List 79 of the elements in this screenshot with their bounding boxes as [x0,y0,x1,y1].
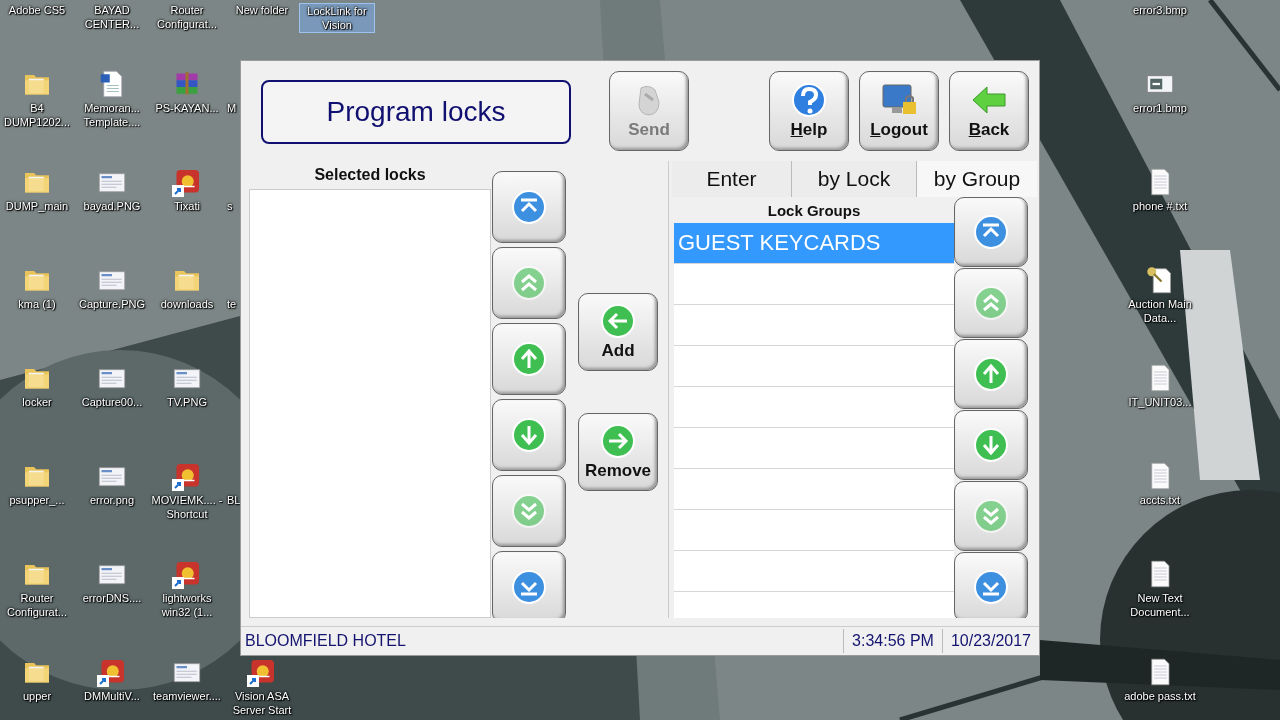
desktop-icon-label[interactable]: Capture.PNG [78,297,146,311]
hotel-name: BLOOMFIELD HOTEL [244,632,407,650]
desktop-icon-label[interactable]: LockLink for Vision [299,3,375,33]
desktop-icon-label[interactable]: Vision ASA Server Start [224,689,300,717]
page-up-button[interactable] [954,268,1028,338]
desktop-icon-label[interactable]: locker [21,395,53,409]
help-icon [789,82,829,118]
desktop-icon-label[interactable]: upper [21,689,53,703]
desktop-icon-label[interactable]: New Text Document... [1122,591,1198,619]
chevron-down-bar-icon [511,569,547,605]
move-to-top-button[interactable] [954,197,1028,267]
page-down-button[interactable] [954,481,1028,551]
desktop-icon-label[interactable]: bayad.PNG [82,199,142,213]
page-up-button[interactable] [492,247,566,319]
desktop-icon-label[interactable]: BAYAD CENTER... [74,3,150,31]
move-up-button[interactable] [492,323,566,395]
desktop-icon-label[interactable]: Router Configurat... [149,3,225,31]
desktop-icon-label[interactable]: IT_UNIT03... [1127,395,1193,409]
double-chevron-up-icon [973,285,1009,321]
desktop-icon-label[interactable]: B4 DUMP1202... [0,101,75,129]
desktop-icon-label[interactable]: error3.bmp [1132,3,1188,17]
list-header: Selected locks [313,165,427,185]
double-chevron-up-icon [511,265,547,301]
desktop-icon-label[interactable]: accts.txt [1138,493,1182,507]
desktop-icon-label[interactable]: TV.PNG [166,395,208,409]
move-to-bottom-button[interactable] [954,552,1028,618]
page-down-button[interactable] [492,475,566,547]
status-date: 10/23/2017 [941,629,1039,653]
desktop-icon-label[interactable]: phone #.txt [1131,199,1189,213]
desktop-icon-label[interactable]: Tixati [173,199,201,213]
move-up-button[interactable] [954,339,1028,409]
desktop-icon-label[interactable]: psupper_... [8,493,66,507]
desktop-icon-label[interactable]: DUMP_main [4,199,70,213]
move-to-bottom-button[interactable] [492,551,566,618]
desktop-icon-label[interactable]: DMMultiV... [83,689,141,703]
desktop-icon-label[interactable]: M [226,101,238,115]
desktop-icon-label[interactable]: MOVIEMK.... - Shortcut [149,493,225,521]
chevron-up-bar-icon [511,189,547,225]
tab[interactable]: by Group [917,161,1037,197]
arrow-up-icon [511,341,547,377]
tab[interactable]: by Lock [792,161,917,197]
arrow-right-icon [600,423,636,459]
arrow-up-icon [973,356,1009,392]
arrow-left-icon [600,303,636,339]
move-to-top-button[interactable] [492,171,566,243]
desktop-icon-label[interactable]: error1.bmp [1132,101,1188,115]
arrow-down-icon [511,417,547,453]
desktop-icon-label[interactable]: Memoran... Template.... [74,101,150,129]
desktop-icon-label[interactable]: adobe pass.txt [1123,689,1197,703]
logout-button[interactable]: Logout [859,71,939,151]
desktop-icon-label[interactable]: teamviewer.... [152,689,222,703]
desktop-icon-label[interactable]: error.png [89,493,135,507]
desktop-icon-label[interactable]: PS-KAYAN... [154,101,220,115]
move-down-button[interactable] [492,399,566,471]
desktop-icon-label[interactable]: Router Configurat... [0,591,75,619]
desktop-icon-label[interactable]: downloads [159,297,215,311]
help-button[interactable]: Help [769,71,849,151]
desktop-icon-label[interactable]: te [226,297,238,311]
remove-button[interactable]: Remove [578,413,658,491]
desktop-icon-label[interactable]: Adobe CS5 [7,3,67,17]
desktop-icon-label[interactable]: New folder [234,3,290,17]
screen-title: Program locks [261,80,571,144]
arrow-down-icon [973,427,1009,463]
tab[interactable]: Enter [672,161,792,197]
desktop-icon-label[interactable]: kma (1) [17,297,57,311]
back-button[interactable]: Back [949,71,1029,151]
desktop-icon-label[interactable]: Capture00... [80,395,144,409]
chevron-down-bar-icon [973,569,1009,605]
lock-group-row[interactable]: GUEST KEYCARDS [674,223,954,263]
status-time: 3:34:56 PM [843,629,942,653]
add-button[interactable]: Add [578,293,658,371]
double-chevron-down-icon [511,493,547,529]
desktop-icon-label[interactable]: errorDNS.... [81,591,143,605]
double-chevron-down-icon [973,498,1009,534]
desktop-icon-label[interactable]: lightworks win32 (1... [149,591,225,619]
chevron-up-bar-icon [973,214,1009,250]
desktop-icon-label[interactable]: BL [226,493,240,507]
desktop-icon-label[interactable]: s [226,199,234,213]
move-down-button[interactable] [954,410,1028,480]
